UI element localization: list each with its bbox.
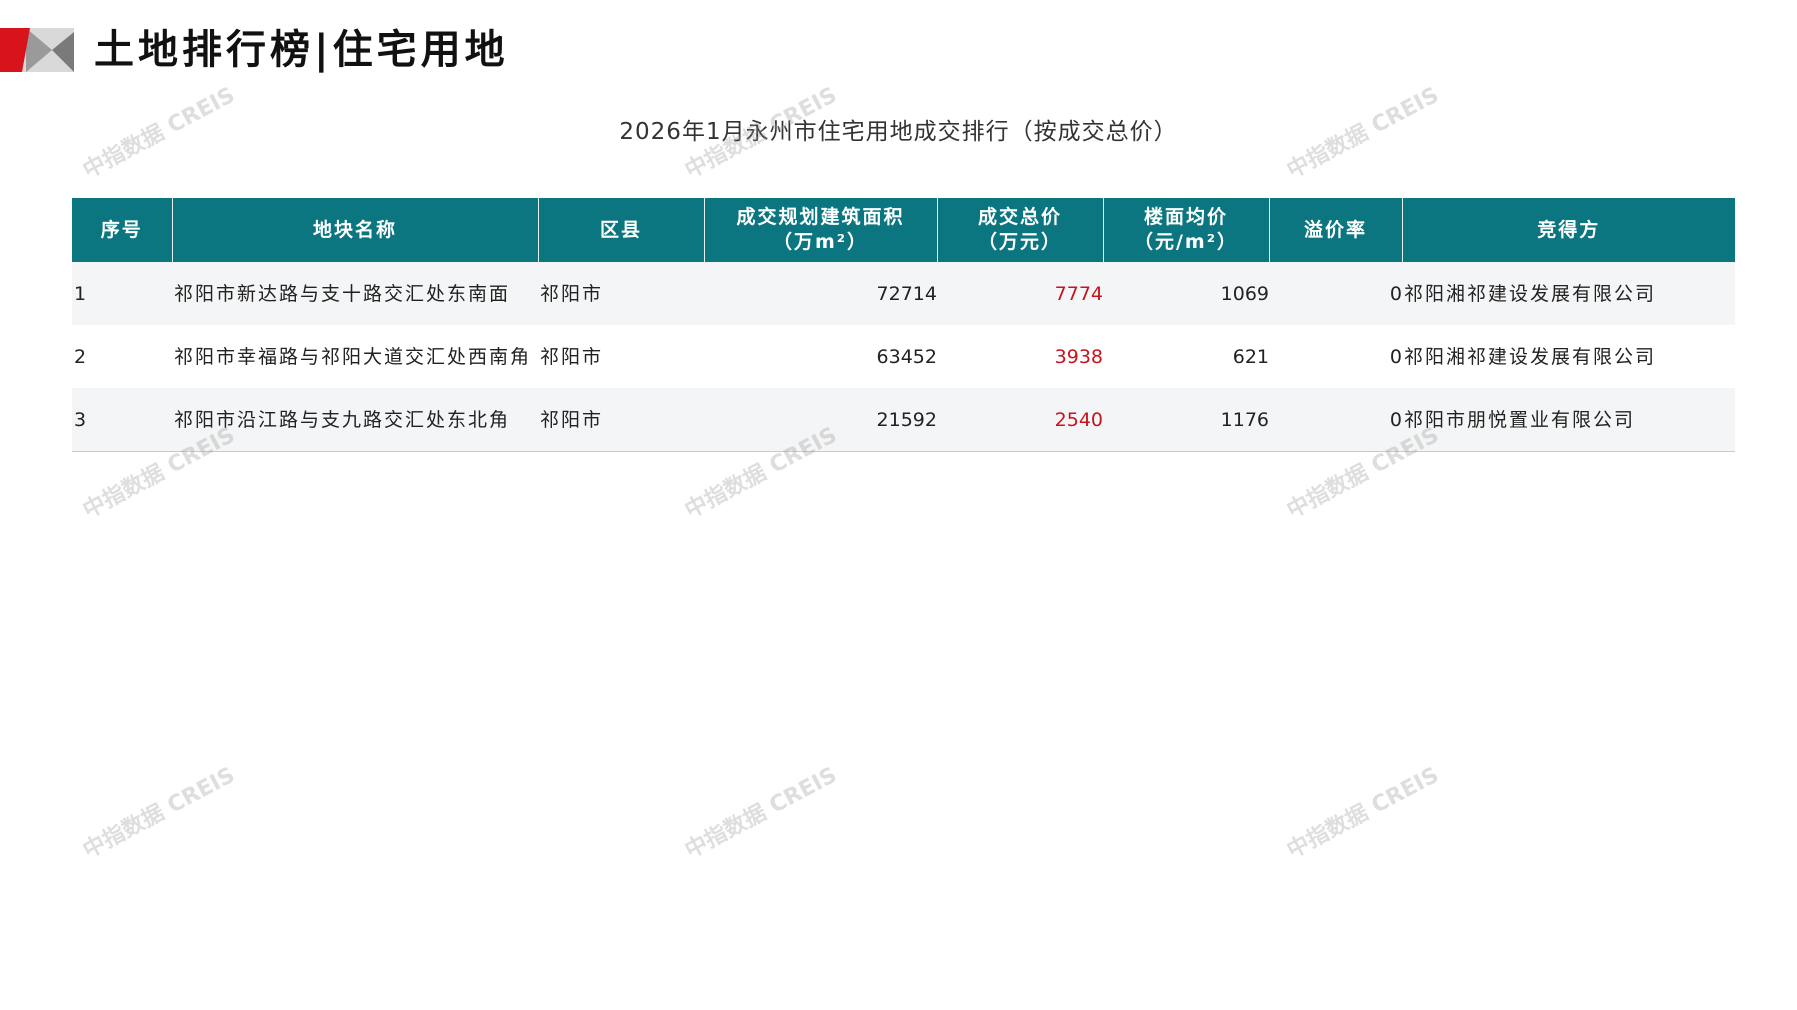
col-header-total: 成交总价 （万元） <box>937 198 1104 262</box>
cell-buyer: 祁阳市朋悦置业有限公司 <box>1402 388 1735 452</box>
cell-premium: 0 <box>1269 388 1402 452</box>
col-header-area: 成交规划建筑面积 （万m²） <box>704 198 938 262</box>
cell-area: 63452 <box>704 325 937 388</box>
cell-buyer: 祁阳湘祁建设发展有限公司 <box>1402 262 1735 325</box>
cell-unit-price: 621 <box>1103 325 1269 388</box>
cell-district: 祁阳市 <box>538 262 704 325</box>
cell-district: 祁阳市 <box>538 388 704 452</box>
cell-rank: 2 <box>72 325 172 388</box>
brand-logo <box>0 28 74 72</box>
table-header-row: 序号 地块名称 区县 成交规划建筑面积 （万m²） 成交总价 （万元） 楼面均价 （元… <box>72 198 1735 262</box>
watermark: 中指数据 CREIS <box>681 762 842 864</box>
cell-rank: 1 <box>72 262 172 325</box>
cell-area: 72714 <box>704 262 937 325</box>
col-header-rank: 序号 <box>72 198 173 262</box>
cell-buyer: 祁阳湘祁建设发展有限公司 <box>1402 325 1735 388</box>
col-header-unit-price: 楼面均价 （元/m²） <box>1103 198 1270 262</box>
cell-rank: 3 <box>72 388 172 452</box>
table-row: 3 祁阳市沿江路与支九路交汇处东北角 祁阳市 21592 2540 1176 0… <box>72 388 1735 452</box>
land-ranking-table: 序号 地块名称 区县 成交规划建筑面积 （万m²） 成交总价 （万元） 楼面均价 （元… <box>72 198 1735 452</box>
cell-total: 2540 <box>937 388 1103 452</box>
table-row: 1 祁阳市新达路与支十路交汇处东南面 祁阳市 72714 7774 1069 0… <box>72 262 1735 325</box>
cell-premium: 0 <box>1269 262 1402 325</box>
cell-total: 3938 <box>937 325 1103 388</box>
table-row: 2 祁阳市幸福路与祁阳大道交汇处西南角 祁阳市 63452 3938 621 0… <box>72 325 1735 388</box>
col-header-district: 区县 <box>538 198 705 262</box>
cell-name: 祁阳市沿江路与支九路交汇处东北角 <box>172 388 538 452</box>
col-header-premium: 溢价率 <box>1269 198 1403 262</box>
cell-name: 祁阳市幸福路与祁阳大道交汇处西南角 <box>172 325 538 388</box>
page-title: 土地排行榜|住宅用地 <box>94 27 509 73</box>
cell-premium: 0 <box>1269 325 1402 388</box>
col-header-name: 地块名称 <box>172 198 539 262</box>
cell-name: 祁阳市新达路与支十路交汇处东南面 <box>172 262 538 325</box>
watermark: 中指数据 CREIS <box>1283 762 1444 864</box>
cell-district: 祁阳市 <box>538 325 704 388</box>
cell-unit-price: 1069 <box>1103 262 1269 325</box>
cell-total: 7774 <box>937 262 1103 325</box>
table-caption: 2026年1月永州市住宅用地成交排行（按成交总价） <box>619 119 1178 145</box>
cell-area: 21592 <box>704 388 937 452</box>
cell-unit-price: 1176 <box>1103 388 1269 452</box>
col-header-buyer: 竞得方 <box>1402 198 1735 262</box>
watermark: 中指数据 CREIS <box>79 762 240 864</box>
